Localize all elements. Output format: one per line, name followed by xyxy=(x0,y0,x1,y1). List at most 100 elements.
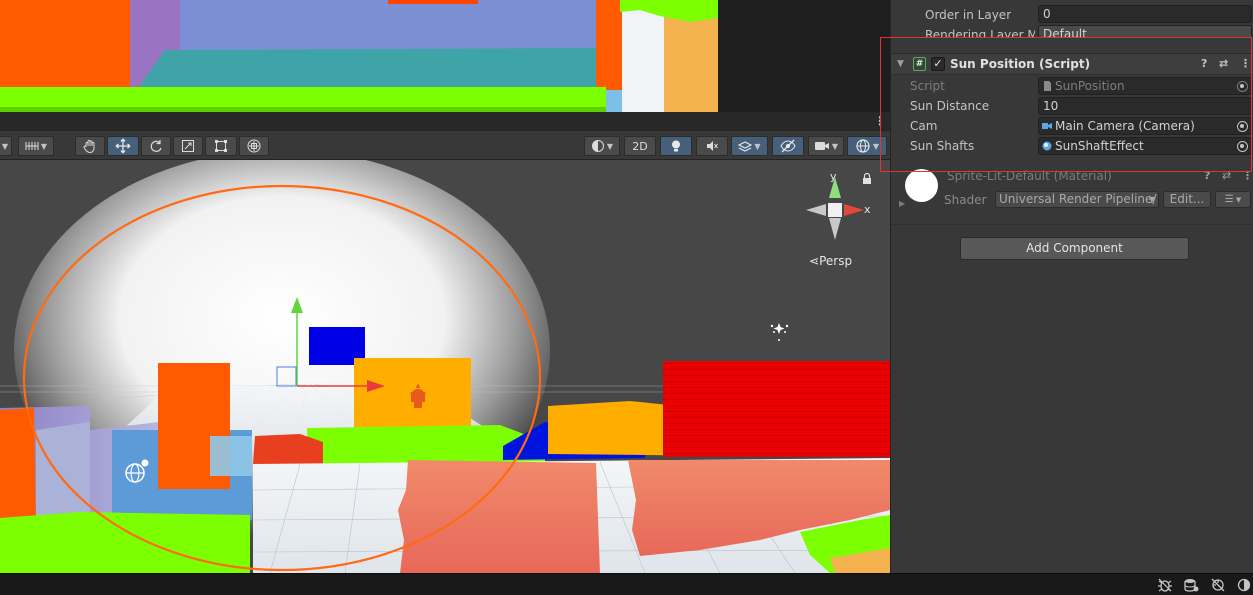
transform-icon xyxy=(247,139,261,153)
hidden-eye-icon xyxy=(780,139,796,153)
inspector-panel: Order in Layer 0 Rendering Layer Ma Defa… xyxy=(890,0,1253,573)
gizmo-axis-y-label: y xyxy=(830,170,837,183)
game-view-render xyxy=(0,0,718,112)
mute-speaker-icon xyxy=(707,141,718,151)
sun-shafts-row: Sun Shafts SunShaftEffect xyxy=(891,136,1253,156)
camera-icon xyxy=(1042,123,1052,129)
sun-shafts-label: Sun Shafts xyxy=(910,139,975,153)
camera-icon xyxy=(814,142,829,150)
effects-dropdown[interactable]: ▼ xyxy=(731,136,768,156)
transform-tool-button[interactable] xyxy=(239,136,269,156)
scene-visibility-toggle[interactable] xyxy=(772,136,804,156)
shading-sphere-icon xyxy=(591,140,604,152)
debug-bug-icon[interactable] xyxy=(1157,578,1173,592)
shader-edit-button[interactable]: Edit... xyxy=(1163,191,1211,208)
order-in-layer-label: Order in Layer xyxy=(925,8,1012,22)
component-enabled-checkbox[interactable]: ✓ xyxy=(931,57,945,71)
scene-view[interactable]: y x ⋖Persp xyxy=(0,160,890,573)
order-in-layer-row: Order in Layer 0 xyxy=(891,5,1253,25)
sun-shafts-field[interactable]: SunShaftEffect xyxy=(1038,137,1252,155)
object-picker-icon xyxy=(1237,81,1248,92)
shading-mode-dropdown[interactable]: ▼ xyxy=(584,136,620,156)
add-component-button[interactable]: Add Component xyxy=(960,237,1189,260)
shader-dropdown[interactable]: Universal Render Pipeline/ ▼ xyxy=(995,191,1159,208)
foldout-arrow-icon[interactable]: ▼ xyxy=(897,59,904,69)
grid-icon xyxy=(25,142,39,150)
game-view xyxy=(0,0,890,112)
rendering-layer-mask-row: Rendering Layer Ma Default xyxy=(891,25,1253,38)
script-file-icon xyxy=(1044,81,1051,91)
script-label: Script xyxy=(910,79,945,93)
cam-field[interactable]: Main Camera (Camera) xyxy=(1038,117,1252,135)
hand-icon xyxy=(83,140,95,153)
chevron-down-icon: ▼ xyxy=(1148,195,1155,204)
chevron-down-icon: ▼ xyxy=(1233,196,1242,204)
rect-transform-icon xyxy=(215,140,227,152)
help-icon[interactable]: ? xyxy=(1204,169,1210,182)
gizmos-dropdown[interactable]: ▼ xyxy=(847,136,887,156)
scale-icon xyxy=(182,140,194,152)
material-menu-icon[interactable]: ⋮ xyxy=(1242,169,1253,182)
projection-toggle[interactable]: ⋖Persp xyxy=(809,254,852,268)
material-title: Sprite-Lit-Default (Material) xyxy=(947,169,1112,183)
help-icon[interactable]: ? xyxy=(1201,57,1207,70)
rendering-layer-mask-label: Rendering Layer Ma xyxy=(925,28,1035,38)
move-arrows-icon xyxy=(115,138,131,154)
toggle-2d-button[interactable]: 2D xyxy=(624,136,656,156)
object-picker-icon[interactable] xyxy=(1237,121,1248,132)
script-value: SunPosition xyxy=(1055,79,1125,93)
status-bar xyxy=(0,573,1253,595)
sun-shafts-value: SunShaftEffect xyxy=(1055,139,1144,153)
sun-distance-row: Sun Distance 10 xyxy=(891,96,1253,116)
component-title: Sun Position (Script) xyxy=(950,57,1091,71)
gizmo-axis-x-label: x xyxy=(864,203,871,216)
lighting-toggle-button[interactable] xyxy=(660,136,692,156)
game-render-image xyxy=(0,0,718,112)
lighting-progress-icon[interactable] xyxy=(1236,578,1252,592)
sun-distance-input[interactable]: 10 xyxy=(1038,97,1252,115)
scene-toolbar: ▼ ▼ ▼ 2D ▼ ▼ ▼ xyxy=(0,130,890,160)
cam-value: Main Camera (Camera) xyxy=(1055,119,1195,133)
script-field: SunPosition xyxy=(1038,77,1252,95)
light-bulb-icon xyxy=(672,140,680,152)
audio-toggle-button[interactable] xyxy=(696,136,728,156)
scene-tab-strip: ⋮ xyxy=(0,112,890,130)
rotate-tool-button[interactable] xyxy=(141,136,171,156)
cam-row: Cam Main Camera (Camera) xyxy=(891,116,1253,136)
shader-label: Shader xyxy=(944,193,987,207)
cache-server-icon[interactable] xyxy=(1183,578,1199,592)
shader-value: Universal Render Pipeline/ xyxy=(999,192,1157,206)
scene-render[interactable] xyxy=(0,160,890,573)
view-tool-button[interactable] xyxy=(75,136,105,156)
component-menu-icon[interactable]: ⋮ xyxy=(1240,57,1251,70)
script-hash-icon: # xyxy=(913,57,926,71)
auto-generate-lighting-icon[interactable] xyxy=(1210,578,1226,592)
rendering-layer-mask-dropdown[interactable]: Default xyxy=(1038,25,1252,38)
component-icon xyxy=(1042,141,1052,151)
material-header: Sprite-Lit-Default (Material) ? ⇄ ⋮ ▶ Sh… xyxy=(891,163,1253,225)
rect-tool-button[interactable] xyxy=(205,136,237,156)
gizmo-globe-icon xyxy=(856,139,870,153)
grid-snapping-dropdown[interactable]: ▼ xyxy=(18,136,54,156)
cam-label: Cam xyxy=(910,119,938,133)
object-picker-icon[interactable] xyxy=(1237,141,1248,152)
shader-list-button[interactable]: ☰ ▼ xyxy=(1215,191,1251,208)
perspective-icon: ⋖ xyxy=(809,254,820,268)
material-preview-sphere xyxy=(905,169,938,202)
scene-tab-menu-icon[interactable]: ⋮ xyxy=(874,115,886,127)
presets-icon[interactable]: ⇄ xyxy=(1219,57,1228,70)
list-icon: ☰ xyxy=(1224,194,1234,205)
sun-position-component-header[interactable]: ▼ # ✓ Sun Position (Script) ? ⇄ ⋮ xyxy=(891,53,1253,75)
rotate-icon xyxy=(150,140,162,152)
scale-tool-button[interactable] xyxy=(173,136,203,156)
presets-icon[interactable]: ⇄ xyxy=(1222,169,1231,182)
scene-camera-dropdown[interactable]: ▼ xyxy=(808,136,844,156)
move-tool-button[interactable] xyxy=(107,136,139,156)
script-row: Script SunPosition xyxy=(891,76,1253,96)
effects-layers-icon xyxy=(738,141,753,152)
sun-distance-label[interactable]: Sun Distance xyxy=(910,99,989,113)
draw-mode-dropdown[interactable]: ▼ xyxy=(0,136,12,156)
material-foldout-icon[interactable]: ▶ xyxy=(899,199,905,208)
projection-label: Persp xyxy=(819,254,853,268)
order-in-layer-input[interactable]: 0 xyxy=(1038,5,1252,23)
